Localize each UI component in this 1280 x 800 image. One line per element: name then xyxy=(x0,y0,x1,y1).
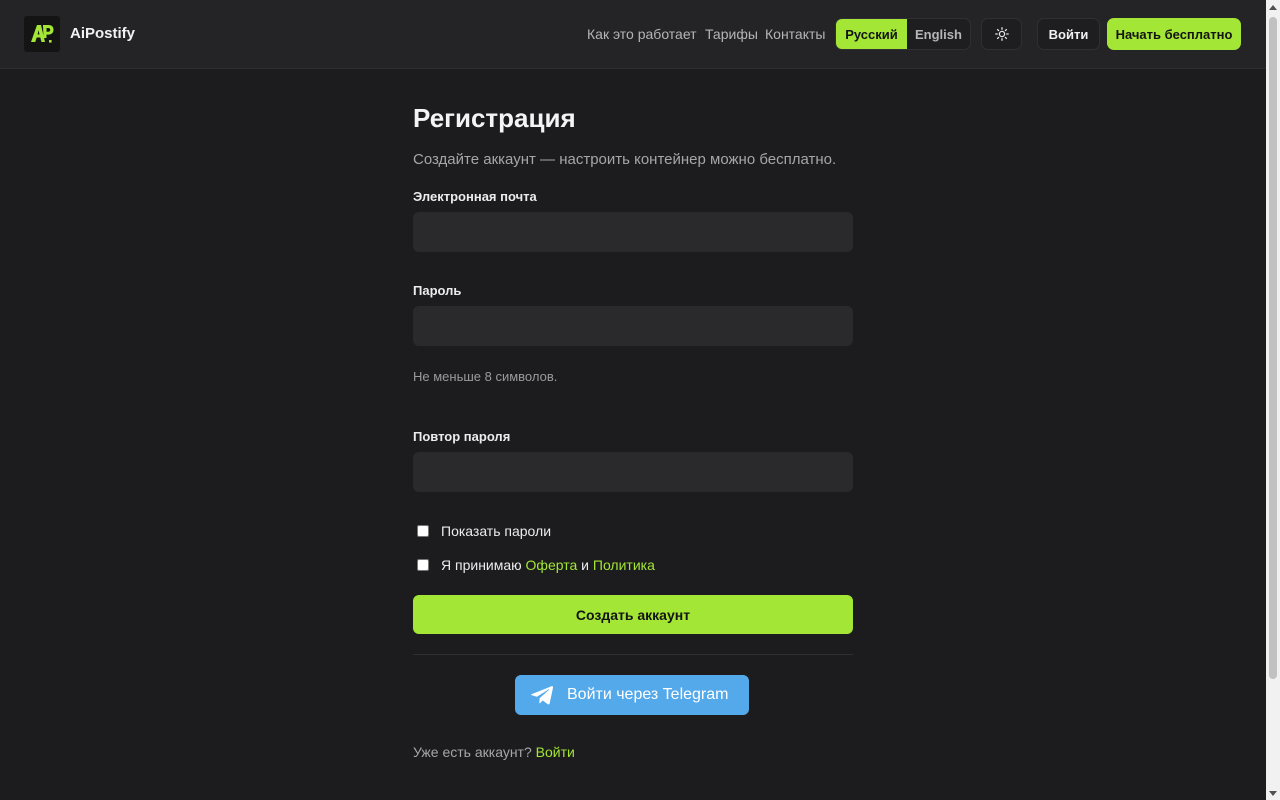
password-hint: Не меньше 8 символов. xyxy=(413,369,558,384)
telegram-login-label: Войти через Telegram xyxy=(567,686,729,703)
language-switcher: Русский English xyxy=(835,18,971,50)
email-label: Электронная почта xyxy=(413,189,537,204)
have-account-text: Уже есть аккаунт? Войти xyxy=(413,744,575,760)
accept-terms-checkbox[interactable] xyxy=(417,559,429,571)
telegram-login-button[interactable]: Войти через Telegram xyxy=(515,675,749,715)
accept-terms-row: Я принимаю Оферта и Политика xyxy=(417,557,655,573)
login-link[interactable]: Войти xyxy=(536,744,575,760)
scrollbar-thumb[interactable] xyxy=(1269,17,1277,679)
nav-pricing[interactable]: Тарифы xyxy=(705,26,758,42)
page-title: Регистрация xyxy=(413,103,576,133)
brand-name[interactable]: AiPostify xyxy=(70,25,135,42)
repeat-password-label: Повтор пароля xyxy=(413,429,511,444)
email-field[interactable] xyxy=(413,212,853,252)
nav-contacts[interactable]: Контакты xyxy=(765,26,825,42)
start-free-button[interactable]: Начать бесплатно xyxy=(1107,18,1241,50)
logo-mark-icon xyxy=(31,25,54,43)
password-field[interactable] xyxy=(413,306,853,346)
sun-icon xyxy=(994,27,1009,41)
create-account-button[interactable]: Создать аккаунт xyxy=(413,595,853,634)
lang-russian-button[interactable]: Русский xyxy=(836,19,907,49)
scroll-up-arrow-icon[interactable] xyxy=(1266,0,1280,14)
accept-terms-prefix: Я принимаю xyxy=(441,557,522,573)
nav-how-it-works[interactable]: Как это работает xyxy=(587,26,697,42)
lang-english-button[interactable]: English xyxy=(907,19,970,49)
page-scrollbar[interactable] xyxy=(1266,0,1280,800)
offer-link[interactable]: Оферта xyxy=(526,557,578,573)
and-text: и xyxy=(581,557,589,573)
show-passwords-label[interactable]: Показать пароли xyxy=(441,523,551,539)
policy-link[interactable]: Политика xyxy=(593,557,655,573)
show-passwords-row: Показать пароли xyxy=(417,523,551,539)
repeat-password-field[interactable] xyxy=(413,452,853,492)
telegram-icon xyxy=(530,685,554,705)
form-divider xyxy=(413,654,853,655)
theme-toggle-button[interactable] xyxy=(981,18,1022,50)
top-header: AiPostify Как это работает Тарифы Контак… xyxy=(0,0,1266,69)
scroll-down-arrow-icon[interactable] xyxy=(1266,786,1280,800)
have-account-prefix: Уже есть аккаунт? xyxy=(413,744,532,760)
password-label: Пароль xyxy=(413,283,462,298)
app-logo[interactable] xyxy=(24,16,60,52)
page-subtitle: Создайте аккаунт — настроить контейнер м… xyxy=(413,151,837,168)
show-passwords-checkbox[interactable] xyxy=(417,525,429,537)
header-login-button[interactable]: Войти xyxy=(1037,18,1100,50)
